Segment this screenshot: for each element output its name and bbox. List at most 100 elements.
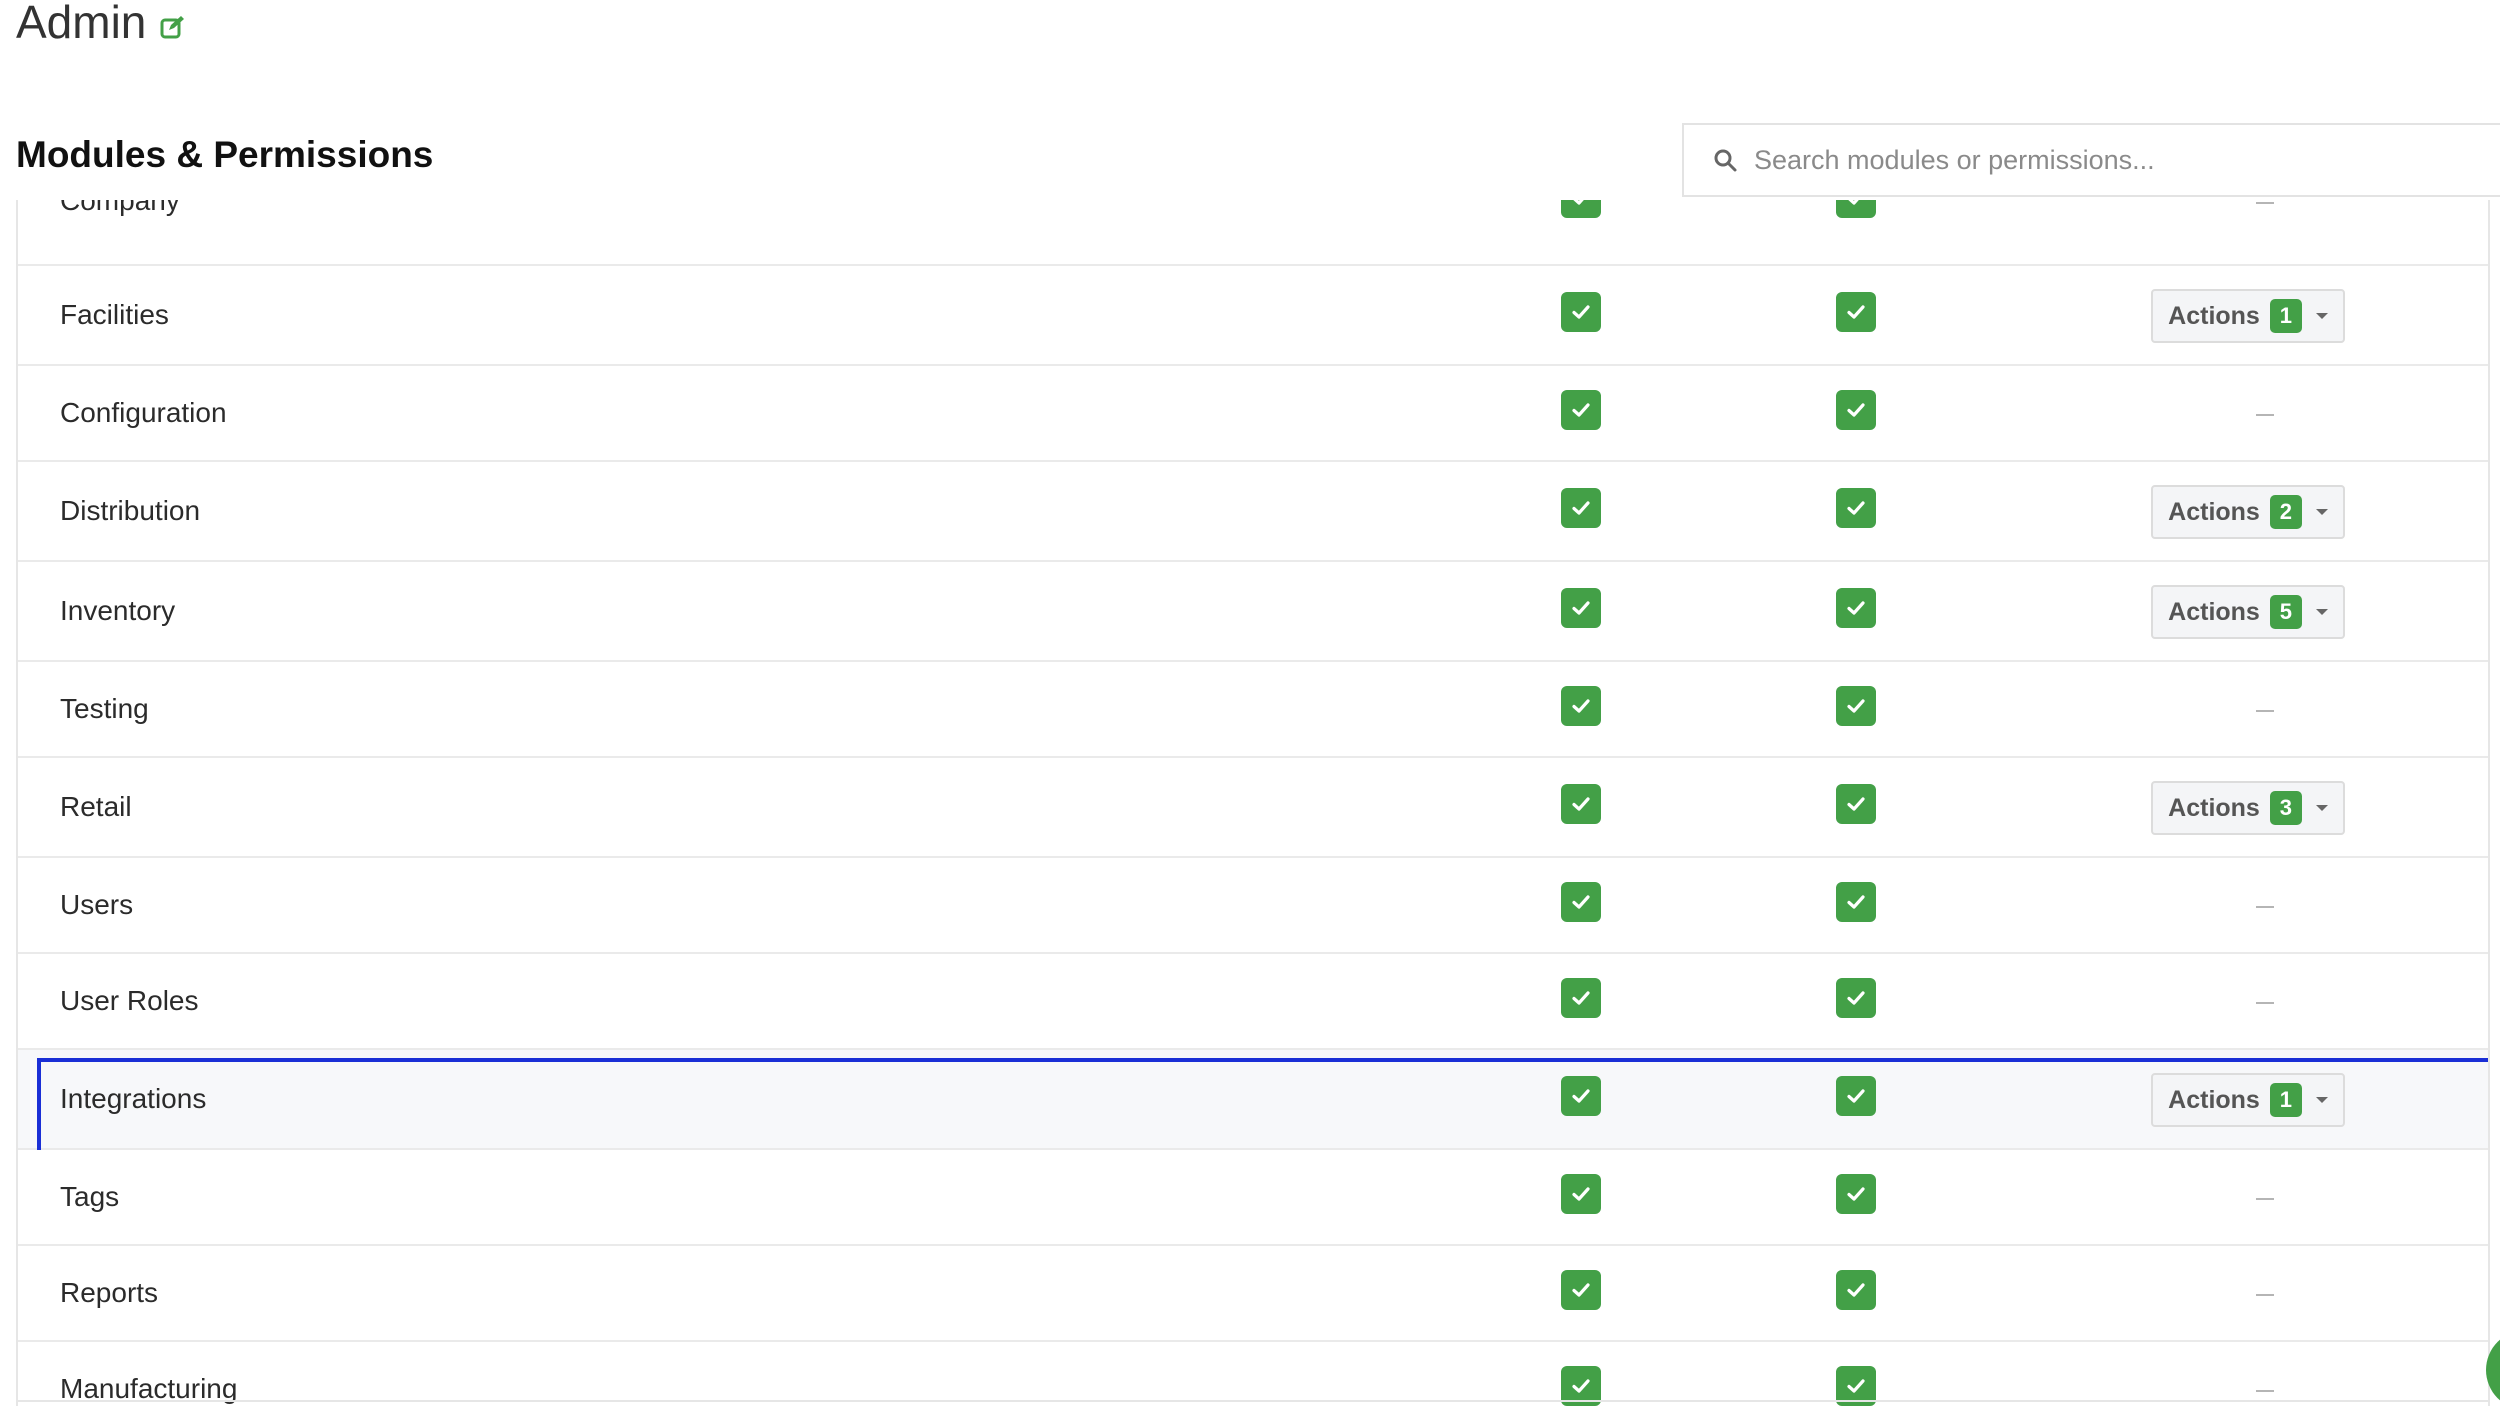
check-icon bbox=[1572, 699, 1590, 713]
caret-down-icon bbox=[2315, 805, 2328, 811]
search-icon bbox=[1712, 147, 1738, 173]
check-icon bbox=[1847, 403, 1865, 417]
check-icon bbox=[1847, 1187, 1865, 1201]
module-name: Company bbox=[60, 200, 180, 216]
no-actions-dash bbox=[2256, 1002, 2274, 1004]
permission-checkbox-2[interactable] bbox=[1836, 784, 1876, 824]
permission-checkbox-1[interactable] bbox=[1561, 978, 1601, 1018]
actions-label: Actions bbox=[2168, 497, 2260, 526]
actions-count-badge: 5 bbox=[2269, 595, 2302, 629]
actions-dropdown-button[interactable]: Actions 3 bbox=[2151, 781, 2345, 835]
permission-checkbox-2[interactable] bbox=[1836, 1174, 1876, 1214]
actions-count-badge: 1 bbox=[2269, 1083, 2302, 1117]
section-title: Modules & Permissions bbox=[16, 134, 434, 175]
permission-checkbox-1[interactable] bbox=[1561, 1076, 1601, 1116]
permission-checkbox-2[interactable] bbox=[1836, 1076, 1876, 1116]
actions-dropdown-button[interactable]: Actions 5 bbox=[2151, 585, 2345, 639]
check-icon bbox=[1572, 1379, 1590, 1393]
permission-checkbox-2[interactable] bbox=[1836, 488, 1876, 528]
no-actions-dash bbox=[2256, 906, 2274, 908]
actions-count-badge: 2 bbox=[2269, 495, 2302, 529]
permission-checkbox-2[interactable] bbox=[1836, 588, 1876, 628]
module-name: Reports bbox=[60, 1277, 159, 1308]
module-name: Inventory bbox=[60, 595, 176, 626]
permission-checkbox-1[interactable] bbox=[1561, 784, 1601, 824]
check-icon bbox=[1572, 1187, 1590, 1201]
check-icon bbox=[1572, 895, 1590, 909]
module-name: Facilities bbox=[60, 299, 169, 330]
check-icon bbox=[1847, 1089, 1865, 1103]
actions-dropdown-button[interactable]: Actions 1 bbox=[2151, 289, 2345, 343]
actions-count-badge: 1 bbox=[2269, 299, 2302, 333]
table-row[interactable]: Configuration bbox=[18, 366, 2488, 462]
check-icon bbox=[1572, 403, 1590, 417]
table-bottom-border bbox=[16, 1400, 2490, 1402]
permission-checkbox-1[interactable] bbox=[1561, 390, 1601, 430]
no-actions-dash bbox=[2256, 202, 2274, 204]
caret-down-icon bbox=[2315, 509, 2328, 515]
check-icon bbox=[1847, 501, 1865, 515]
permission-checkbox-2[interactable] bbox=[1836, 882, 1876, 922]
table-row[interactable]: Tags bbox=[18, 1150, 2488, 1246]
no-actions-dash bbox=[2256, 1294, 2274, 1296]
permission-checkbox-2[interactable] bbox=[1836, 292, 1876, 332]
permission-checkbox-1[interactable] bbox=[1561, 882, 1601, 922]
permission-checkbox-1[interactable] bbox=[1561, 292, 1601, 332]
permission-checkbox-1[interactable] bbox=[1561, 200, 1601, 218]
table-row[interactable]: Facilities Actions 1 bbox=[18, 266, 2488, 366]
permission-checkbox-2[interactable] bbox=[1836, 390, 1876, 430]
permission-checkbox-1[interactable] bbox=[1561, 1174, 1601, 1214]
check-icon bbox=[1572, 501, 1590, 515]
check-icon bbox=[1572, 305, 1590, 319]
actions-dropdown-button[interactable]: Actions 1 bbox=[2151, 1073, 2345, 1127]
check-icon bbox=[1573, 200, 1584, 205]
actions-label: Actions bbox=[2168, 1085, 2260, 1114]
permission-checkbox-2[interactable] bbox=[1836, 978, 1876, 1018]
actions-dropdown-button[interactable]: Actions 2 bbox=[2151, 485, 2345, 539]
permission-checkbox-1[interactable] bbox=[1561, 588, 1601, 628]
check-icon bbox=[1847, 1283, 1865, 1297]
caret-down-icon bbox=[2315, 313, 2328, 319]
page-title: Admin bbox=[16, 0, 186, 50]
module-name: User Roles bbox=[60, 985, 199, 1016]
permission-checkbox-1[interactable] bbox=[1561, 1270, 1601, 1310]
check-icon bbox=[1847, 797, 1865, 811]
table-row[interactable]: Manufacturing bbox=[18, 1342, 2488, 1406]
check-icon bbox=[1847, 991, 1865, 1005]
permission-checkbox-1[interactable] bbox=[1561, 686, 1601, 726]
module-name: Distribution bbox=[60, 495, 201, 526]
table-row[interactable]: Testing bbox=[18, 662, 2488, 758]
permission-checkbox-2[interactable] bbox=[1836, 1270, 1876, 1310]
check-icon bbox=[1572, 1283, 1590, 1297]
permission-checkbox-2[interactable] bbox=[1836, 200, 1876, 218]
actions-label: Actions bbox=[2168, 301, 2260, 330]
caret-down-icon bbox=[2315, 609, 2328, 615]
check-icon bbox=[1847, 305, 1865, 319]
no-actions-dash bbox=[2256, 414, 2274, 416]
table-row[interactable]: Company bbox=[18, 200, 2488, 266]
table-row[interactable]: Reports bbox=[18, 1246, 2488, 1342]
actions-count-badge: 3 bbox=[2269, 791, 2302, 825]
table-row[interactable]: Inventory Actions 5 bbox=[18, 562, 2488, 662]
search-box[interactable] bbox=[1682, 123, 2500, 197]
search-input[interactable] bbox=[1752, 143, 2500, 177]
edit-icon[interactable] bbox=[160, 14, 186, 40]
caret-down-icon bbox=[2315, 1097, 2328, 1103]
no-actions-dash bbox=[2256, 710, 2274, 712]
check-icon bbox=[1572, 991, 1590, 1005]
no-actions-dash bbox=[2256, 1390, 2274, 1392]
check-icon bbox=[1848, 200, 1859, 205]
modules-table: Company Facilities Actions 1 Configuration Di… bbox=[16, 200, 2490, 1406]
table-row[interactable]: Distribution Actions 2 bbox=[18, 462, 2488, 562]
check-icon bbox=[1847, 699, 1865, 713]
module-name: Retail bbox=[60, 791, 132, 822]
table-row[interactable]: Users bbox=[18, 858, 2488, 954]
actions-label: Actions bbox=[2168, 597, 2260, 626]
check-icon bbox=[1572, 797, 1590, 811]
permission-checkbox-1[interactable] bbox=[1561, 488, 1601, 528]
table-row[interactable]: Retail Actions 3 bbox=[18, 758, 2488, 858]
table-row[interactable]: User Roles bbox=[18, 954, 2488, 1050]
table-row[interactable]: Integrations Actions 1 bbox=[18, 1050, 2488, 1154]
page-title-text: Admin bbox=[16, 0, 147, 48]
permission-checkbox-2[interactable] bbox=[1836, 686, 1876, 726]
